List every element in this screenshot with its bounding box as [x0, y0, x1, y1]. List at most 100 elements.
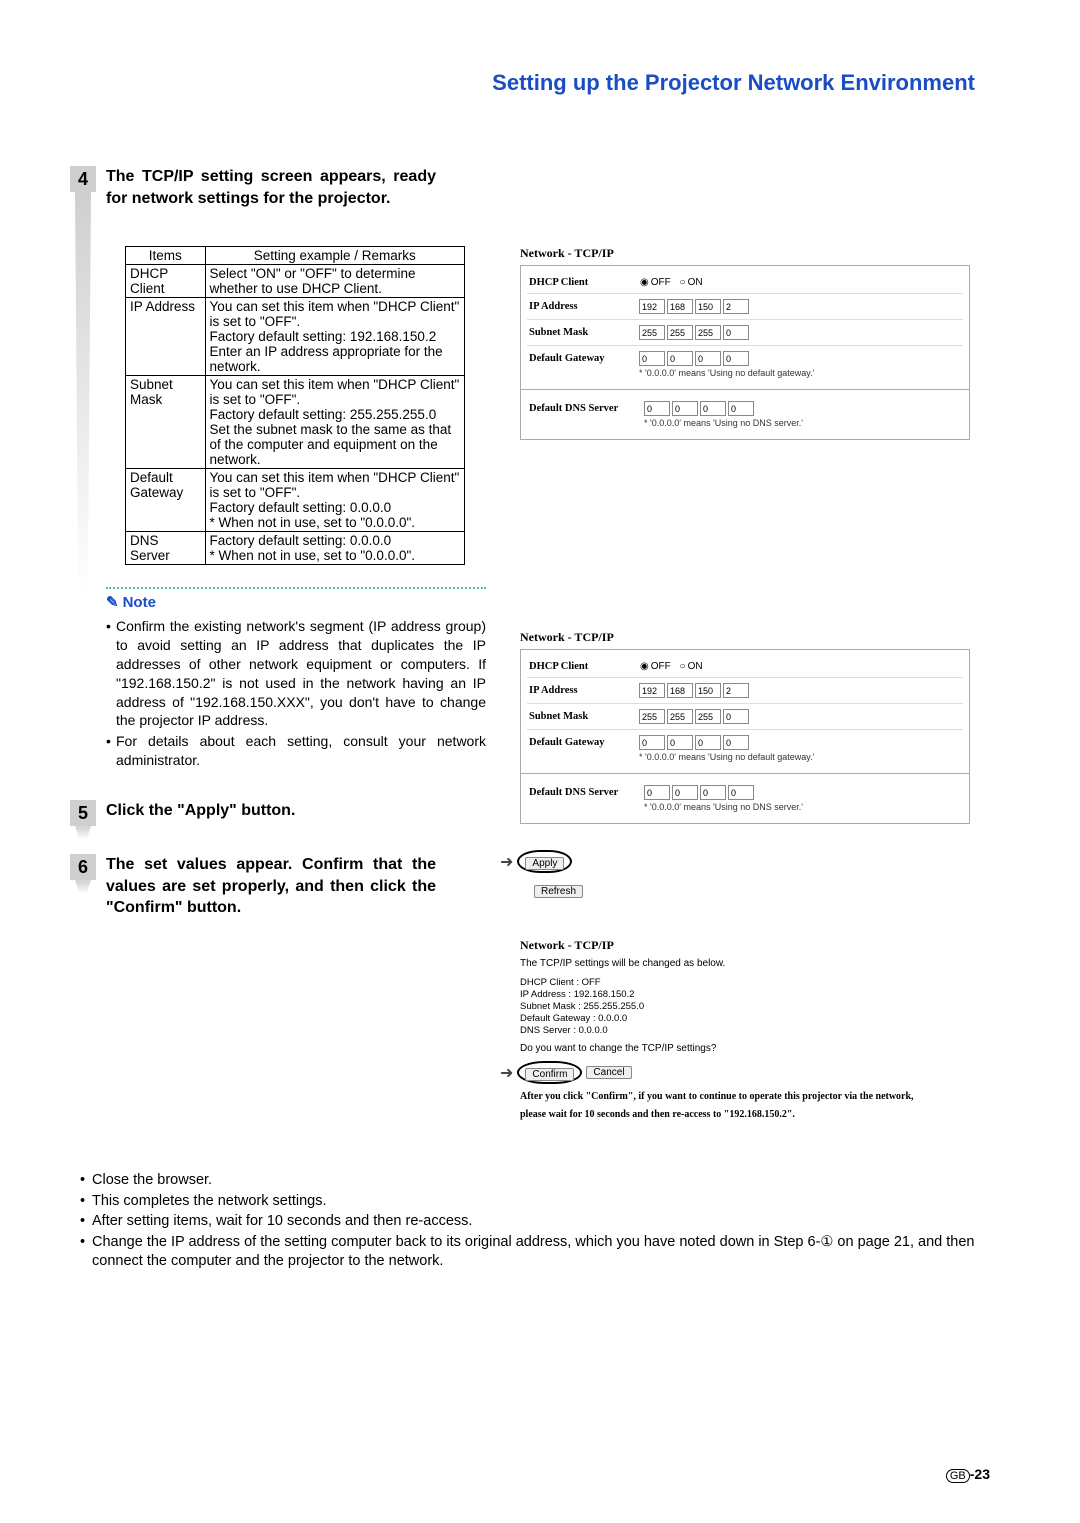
radio-on[interactable]: ○	[680, 277, 686, 288]
subnet-label: Subnet Mask	[529, 327, 639, 338]
step-6-heading: The set values appear. Confirm that the …	[106, 854, 436, 919]
subnet-field[interactable]: 255	[639, 709, 665, 724]
dns-label: Default DNS Server	[529, 787, 644, 798]
step-6: 6 The set values appear. Confirm that th…	[70, 854, 500, 919]
dns-field[interactable]: 0	[644, 785, 670, 800]
cancel-button[interactable]: Cancel	[586, 1066, 631, 1079]
note-separator	[106, 587, 486, 589]
ip-field[interactable]: 168	[667, 299, 693, 314]
dns-field[interactable]: 0	[672, 785, 698, 800]
list-item: Change the IP address of the setting com…	[80, 1233, 1000, 1272]
on-label: ON	[688, 661, 703, 672]
table-row: DHCP ClientSelect "ON" or "OFF" to deter…	[126, 265, 465, 298]
gateway-field[interactable]: 0	[695, 735, 721, 750]
list-item: This completes the network settings.	[80, 1192, 1000, 1212]
arrow-right-icon: ➜	[500, 1063, 513, 1083]
ip-field[interactable]: 2	[723, 299, 749, 314]
page-title: Setting up the Projector Network Environ…	[0, 0, 1080, 96]
ip-field[interactable]: 192	[639, 683, 665, 698]
ip-label: IP Address	[529, 685, 639, 696]
subnet-field[interactable]: 255	[667, 709, 693, 724]
cell-item: Default Gateway	[126, 469, 206, 532]
note-list: Confirm the existing network's segment (…	[106, 617, 486, 770]
gateway-field[interactable]: 0	[695, 351, 721, 366]
cell-remarks: You can set this item when "DHCP Client"…	[205, 298, 464, 376]
dns-note: * '0.0.0.0' means 'Using no DNS server.'	[529, 418, 961, 428]
ip-label: IP Address	[529, 301, 639, 312]
radio-off[interactable]: ◉	[640, 661, 649, 672]
ip-field[interactable]: 2	[723, 683, 749, 698]
gateway-field[interactable]: 0	[667, 351, 693, 366]
confirm-button[interactable]: Confirm	[525, 1068, 574, 1081]
note-icon: ✎	[106, 593, 119, 611]
radio-on[interactable]: ○	[680, 661, 686, 672]
dns-field[interactable]: 0	[644, 401, 670, 416]
ip-field[interactable]: 150	[695, 683, 721, 698]
gateway-field[interactable]: 0	[639, 735, 665, 750]
gateway-field[interactable]: 0	[723, 351, 749, 366]
list-item: Confirm the existing network's segment (…	[106, 617, 486, 730]
dns-field[interactable]: 0	[700, 401, 726, 416]
ip-field[interactable]: 192	[639, 299, 665, 314]
table-row: IP AddressYou can set this item when "DH…	[126, 298, 465, 376]
step-6-number: 6	[70, 854, 96, 880]
list-item: Subnet Mask : 255.255.255.0	[520, 1001, 1020, 1012]
ip-field[interactable]: 150	[695, 299, 721, 314]
cell-item: DNS Server	[126, 532, 206, 565]
dns-field[interactable]: 0	[728, 401, 754, 416]
cell-remarks: Select "ON" or "OFF" to determine whethe…	[205, 265, 464, 298]
ip-field[interactable]: 168	[667, 683, 693, 698]
radio-off[interactable]: ◉	[640, 277, 649, 288]
subnet-field[interactable]: 0	[723, 325, 749, 340]
after-confirm-line2: please wait for 10 seconds and then re-a…	[520, 1108, 1020, 1122]
subnet-field[interactable]: 255	[695, 709, 721, 724]
cell-remarks: You can set this item when "DHCP Client"…	[205, 469, 464, 532]
on-label: ON	[688, 277, 703, 288]
step-4-number: 4	[70, 166, 96, 192]
panel-title: Network - TCP/IP	[520, 630, 1020, 645]
network-tcpip-panel-1: Network - TCP/IP DHCP Client ◉OFF ○ON IP…	[520, 246, 1020, 440]
list-item: Default Gateway : 0.0.0.0	[520, 1013, 1020, 1024]
network-tcpip-panel-2: Network - TCP/IP DHCP Client ◉OFF ○ON IP…	[520, 630, 1020, 824]
table-row: Default GatewayYou can set this item whe…	[126, 469, 465, 532]
confirm-intro: The TCP/IP settings will be changed as b…	[520, 957, 1020, 971]
confirm-button-highlight: Confirm	[517, 1061, 582, 1084]
gateway-note: * '0.0.0.0' means 'Using no default gate…	[529, 368, 961, 378]
apply-button[interactable]: Apply	[525, 857, 564, 870]
table-header-items: Items	[126, 247, 206, 265]
confirm-question: Do you want to change the TCP/IP setting…	[520, 1042, 1020, 1056]
dns-note: * '0.0.0.0' means 'Using no DNS server.'	[529, 802, 961, 812]
gateway-note: * '0.0.0.0' means 'Using no default gate…	[529, 752, 961, 762]
cell-item: Subnet Mask	[126, 376, 206, 469]
confirm-values-list: DHCP Client : OFF IP Address : 192.168.1…	[520, 977, 1020, 1036]
network-tcpip-confirm-panel: Network - TCP/IP The TCP/IP settings wil…	[520, 938, 1020, 1121]
list-item: DNS Server : 0.0.0.0	[520, 1025, 1020, 1036]
list-item: DHCP Client : OFF	[520, 977, 1020, 988]
off-label: OFF	[651, 661, 671, 672]
step-5-heading: Click the "Apply" button.	[106, 800, 436, 822]
dns-label: Default DNS Server	[529, 403, 644, 414]
subnet-field[interactable]: 255	[639, 325, 665, 340]
subnet-field[interactable]: 0	[723, 709, 749, 724]
dns-field[interactable]: 0	[728, 785, 754, 800]
gateway-field[interactable]: 0	[639, 351, 665, 366]
cell-remarks: Factory default setting: 0.0.0.0 * When …	[205, 532, 464, 565]
panel-title: Network - TCP/IP	[520, 246, 1020, 261]
dns-field[interactable]: 0	[672, 401, 698, 416]
gateway-field[interactable]: 0	[667, 735, 693, 750]
panel-title: Network - TCP/IP	[520, 938, 1020, 953]
off-label: OFF	[651, 277, 671, 288]
step-5-number: 5	[70, 800, 96, 826]
list-item: For details about each setting, consult …	[106, 732, 486, 770]
dns-field[interactable]: 0	[700, 785, 726, 800]
subnet-field[interactable]: 255	[667, 325, 693, 340]
list-item: IP Address : 192.168.150.2	[520, 989, 1020, 1000]
subnet-field[interactable]: 255	[695, 325, 721, 340]
gateway-field[interactable]: 0	[723, 735, 749, 750]
table-header-remarks: Setting example / Remarks	[205, 247, 464, 265]
tcpip-settings-table: Items Setting example / Remarks DHCP Cli…	[125, 246, 465, 565]
list-item: After setting items, wait for 10 seconds…	[80, 1212, 1000, 1232]
refresh-button[interactable]: Refresh	[534, 885, 583, 898]
gateway-label: Default Gateway	[529, 353, 639, 364]
cell-remarks: You can set this item when "DHCP Client"…	[205, 376, 464, 469]
